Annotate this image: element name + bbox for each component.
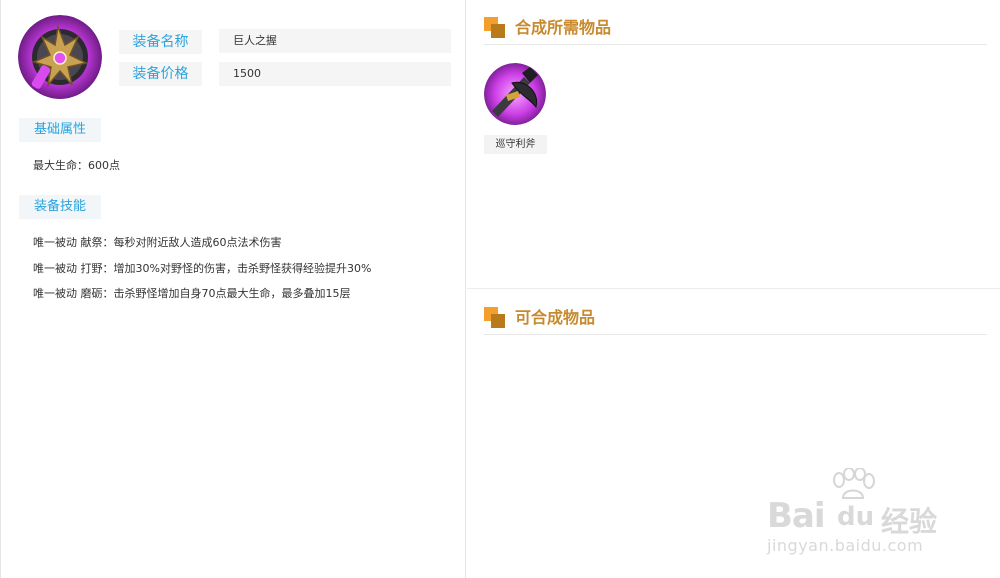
skill-line: 唯一被动 磨砺：击杀野怪增加自身70点最大生命，最多叠加15层 (33, 287, 351, 300)
paw-icon (833, 468, 875, 499)
attribute-line: 最大生命：600点 (33, 159, 120, 172)
required-items-title: 合成所需物品 (515, 18, 612, 37)
stacked-squares-icon (484, 307, 505, 328)
axe-icon[interactable] (484, 63, 546, 125)
required-items-header: 合成所需物品 (484, 16, 987, 45)
watermark-url: jingyan.baidu.com (767, 536, 924, 555)
equipment-name-label: 装备名称 (119, 30, 202, 54)
watermark-brand-b: du (837, 502, 875, 532)
equipment-detail-pane: 装备名称 巨人之握 装备价格 1500 基础属性 最大生命：600点 装备技能 … (0, 0, 466, 578)
skill-line: 唯一被动 打野：增加30%对野怪的伤害，击杀野怪获得经验提升30% (33, 262, 372, 275)
required-item-label[interactable]: 巡守利斧 (484, 135, 547, 154)
baidu-jingyan-watermark: Bai du 经验 jingyan.baidu.com (763, 468, 963, 558)
equipment-price-value: 1500 (219, 62, 451, 86)
watermark-brand-c: 经验 (881, 505, 938, 538)
stacked-squares-icon (484, 17, 505, 38)
craftable-items-title: 可合成物品 (515, 308, 596, 327)
skill-line: 唯一被动 献祭：每秒对附近敌人造成60点法术伤害 (33, 236, 282, 249)
equipment-price-label: 装备价格 (119, 62, 202, 86)
equipment-emblem-icon (18, 15, 102, 99)
watermark-brand-a: Bai (767, 496, 826, 536)
equipment-skills-tab[interactable]: 装备技能 (19, 195, 101, 219)
basic-attributes-tab[interactable]: 基础属性 (19, 118, 101, 142)
equipment-name-value: 巨人之握 (219, 29, 451, 53)
craftable-items-header: 可合成物品 (484, 306, 987, 335)
section-divider (467, 288, 1000, 289)
